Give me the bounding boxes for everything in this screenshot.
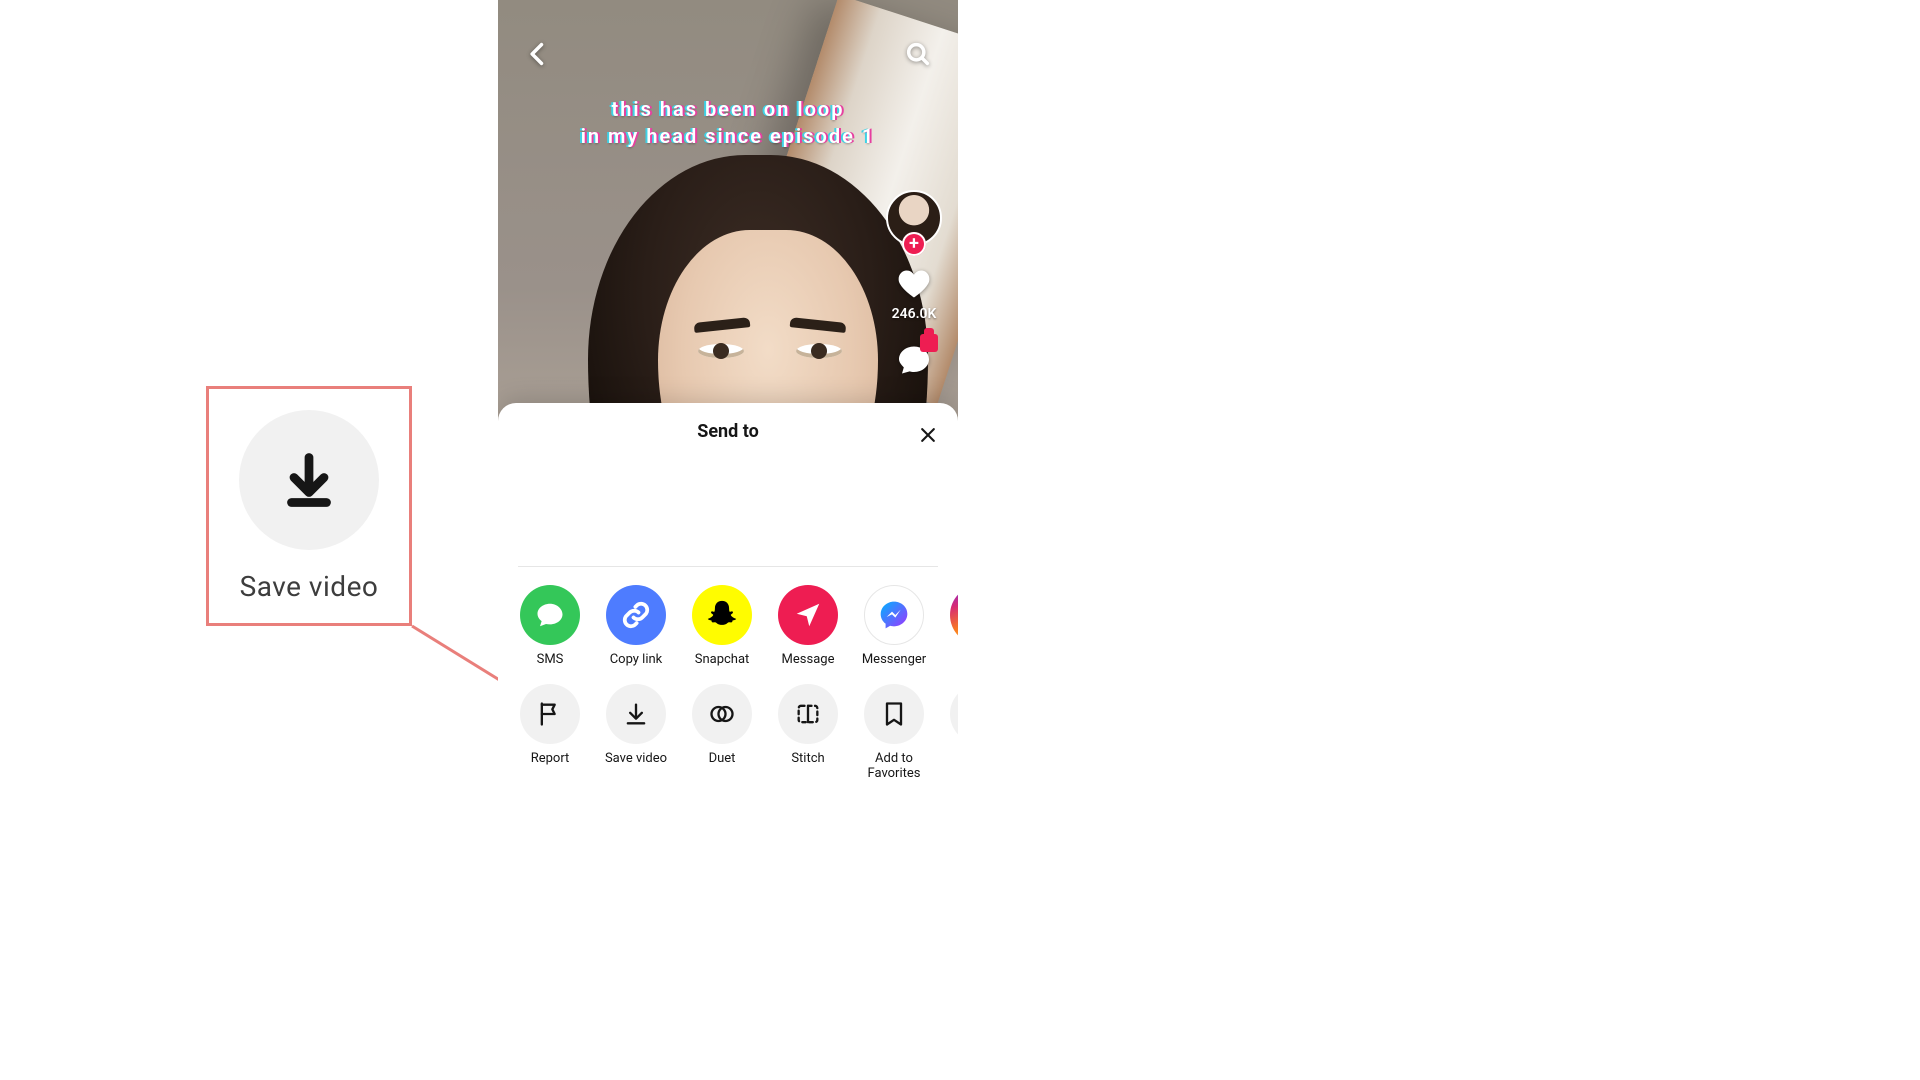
action-report[interactable]: Report	[518, 684, 582, 782]
stitch-icon	[778, 684, 838, 744]
share-sms[interactable]: SMS	[518, 585, 582, 668]
callout-save-video: Save video	[206, 386, 412, 626]
sms-icon	[520, 585, 580, 645]
share-actions-row: Report Save video Duet Stitch	[498, 684, 958, 798]
share-snapchat[interactable]: Snapchat	[690, 585, 754, 668]
share-message[interactable]: Message	[776, 585, 840, 668]
search-button[interactable]	[898, 34, 938, 74]
callout-label: Save video	[240, 570, 379, 603]
download-icon	[606, 684, 666, 744]
top-bar	[498, 34, 958, 74]
heart-icon	[896, 266, 932, 302]
link-icon	[606, 585, 666, 645]
share-sheet: Send to SMS Copy link	[498, 403, 958, 820]
share-label: Message	[782, 653, 835, 668]
duet-icon	[692, 684, 752, 744]
share-label: SMS	[537, 653, 564, 668]
action-label: Save video	[605, 752, 667, 767]
messenger-icon	[864, 585, 924, 645]
action-duet[interactable]: Duet	[690, 684, 754, 782]
action-save-video[interactable]: Save video	[604, 684, 668, 782]
snapchat-icon	[692, 585, 752, 645]
close-icon	[918, 425, 938, 445]
send-icon	[778, 585, 838, 645]
share-messenger[interactable]: Messenger	[862, 585, 926, 668]
profile-avatar[interactable]: +	[886, 190, 942, 246]
action-label: Report	[531, 752, 570, 767]
action-rail: + 246.0K	[882, 190, 946, 378]
action-label: Add to Favorites	[862, 752, 926, 782]
action-live[interactable]: Live	[948, 684, 958, 782]
share-services-row: SMS Copy link Snapchat Message	[498, 585, 958, 684]
sheet-divider	[518, 566, 938, 567]
live-icon	[950, 684, 958, 744]
share-label: Copy link	[610, 653, 663, 668]
bookmark-icon	[864, 684, 924, 744]
video-caption: this has been on loop in my head since e…	[498, 96, 958, 150]
back-button[interactable]	[518, 34, 558, 74]
tiktok-video-screen: this has been on loop in my head since e…	[498, 0, 958, 820]
share-label: Messenger	[862, 653, 926, 668]
share-sheet-header: Send to	[498, 421, 958, 552]
share-copy-link[interactable]: Copy link	[604, 585, 668, 668]
comment-button[interactable]	[896, 342, 932, 378]
like-count: 246.0K	[892, 306, 937, 322]
share-instagram[interactable]: Ins	[948, 585, 958, 668]
instagram-icon	[950, 585, 958, 645]
follow-plus-icon[interactable]: +	[902, 232, 926, 256]
gift-badge-icon	[920, 334, 938, 352]
like-button[interactable]: 246.0K	[892, 266, 937, 322]
action-label: Stitch	[791, 752, 824, 767]
action-add-favorites[interactable]: Add to Favorites	[862, 684, 926, 782]
share-sheet-title: Send to	[697, 421, 759, 442]
download-icon	[239, 410, 379, 550]
close-button[interactable]	[912, 419, 944, 451]
share-label: Snapchat	[695, 653, 750, 668]
flag-icon	[520, 684, 580, 744]
action-label: Duet	[709, 752, 736, 767]
action-stitch[interactable]: Stitch	[776, 684, 840, 782]
